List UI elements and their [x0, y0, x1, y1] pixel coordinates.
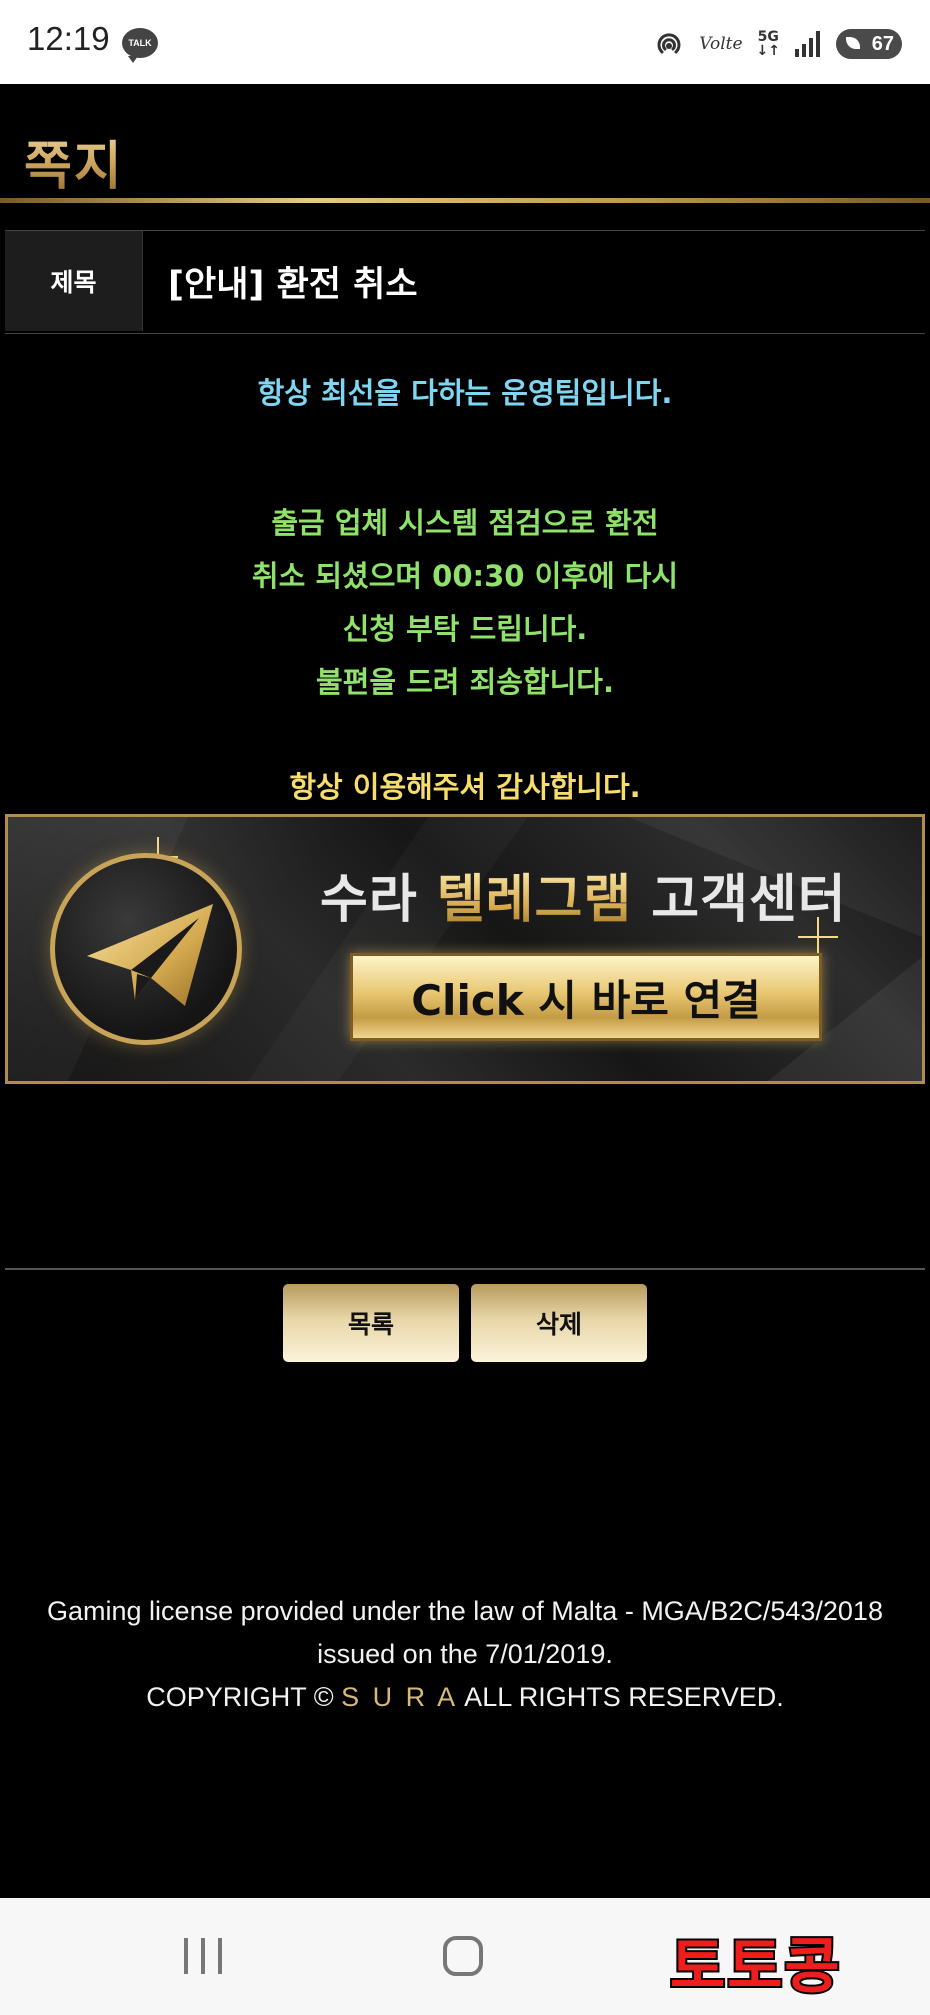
network-5g-icon: 5G ↓↑: [756, 29, 780, 59]
delete-button[interactable]: 삭제: [471, 1284, 647, 1362]
telegram-emblem: [50, 853, 242, 1045]
message-line: 출금 업체 시스템 점검으로 환전: [271, 506, 659, 540]
hotspot-icon: [657, 33, 681, 54]
subject-label: 제목: [5, 231, 143, 331]
list-button[interactable]: 목록: [283, 1284, 459, 1362]
message-line: 신청 부탁 드립니다.: [342, 612, 588, 646]
network-label: 5G: [757, 29, 779, 45]
kakaotalk-icon: TALK: [122, 28, 158, 63]
status-time: 12:19: [27, 20, 110, 57]
telegram-connect-button[interactable]: Click 시 바로 연결: [350, 953, 822, 1041]
status-bar: 12:19 TALK Volte 5G ↓↑ 67: [0, 0, 930, 84]
telegram-plane-icon: [87, 904, 213, 1006]
battery-saver-icon: [846, 37, 860, 49]
home-icon[interactable]: [443, 1936, 483, 1976]
navigation-bar: 토토콩: [0, 1898, 930, 2015]
copyright-suffix: ALL RIGHTS RESERVED.: [458, 1682, 784, 1712]
subject-row: 제목 [안내] 환전 취소: [5, 230, 925, 334]
banner-title-telegram: 텔레그램: [436, 870, 633, 930]
volte-icon: Volte: [699, 34, 743, 54]
content-divider: [5, 1268, 925, 1270]
license-date: issued on the 7/01/2019.: [317, 1639, 613, 1669]
subject-value: [안내] 환전 취소: [168, 264, 418, 305]
status-icons: Volte 5G ↓↑ 67: [653, 26, 902, 62]
recents-icon[interactable]: [180, 1936, 226, 1976]
copyright-brand: S U R A: [341, 1682, 459, 1712]
footer: Gaming license provided under the law of…: [0, 1590, 930, 1719]
license-line: Gaming license provided under the law of…: [47, 1596, 883, 1626]
watermark: 토토콩: [668, 1930, 842, 2004]
copyright-prefix: COPYRIGHT ©: [146, 1682, 342, 1712]
message-line: 불편을 드려 죄송합니다.: [315, 665, 614, 699]
message-greeting: 항상 최선을 다하는 운영팀입니다.: [257, 376, 673, 410]
message-closing: 항상 이용해주셔 감사합니다.: [289, 770, 641, 804]
battery-level: 67: [871, 32, 894, 55]
banner-title-brand: 수라: [320, 870, 437, 930]
telegram-banner[interactable]: 수라 텔레그램 고객센터 Click 시 바로 연결: [5, 814, 925, 1084]
banner-title: 수라 텔레그램 고객센터: [320, 857, 847, 932]
page-title: 쪽지: [24, 124, 124, 199]
copyright: COPYRIGHT © S U R A ALL RIGHTS RESERVED.: [0, 1676, 930, 1719]
message-line: 취소 되셨으며 00:30 이후에 다시: [251, 559, 679, 593]
header-divider: [0, 198, 930, 203]
battery-icon: 67: [836, 29, 902, 59]
signal-icon: [795, 31, 820, 57]
banner-title-support: 고객센터: [632, 870, 847, 930]
page-header: 쪽지: [0, 84, 930, 200]
